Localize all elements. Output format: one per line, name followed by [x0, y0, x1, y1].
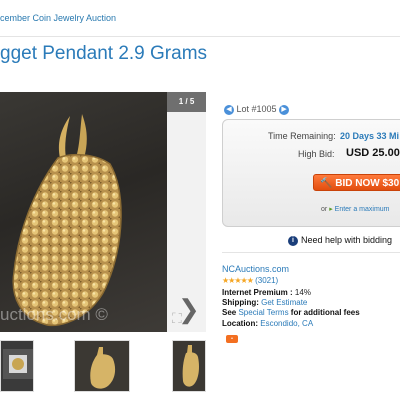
photo-watermark: uctions.com © [0, 305, 108, 324]
premium-value: 14% [294, 288, 311, 297]
max-bid-arrow-icon: ▸ [329, 206, 333, 213]
bidding-help-text: Need help with bidding [301, 235, 393, 245]
shipping-row: Shipping: Get Estimate [222, 298, 307, 307]
high-bid-value: USD 25.00 [346, 147, 400, 159]
pendant-image [12, 114, 122, 326]
expand-icon[interactable]: ⛶ [172, 310, 188, 326]
location-label: Location: [222, 319, 258, 328]
special-terms-link[interactable]: Special Terms [238, 308, 288, 317]
premium-label: Internet Premium : [222, 288, 293, 297]
max-bid-prefix: or [321, 206, 328, 213]
page-title: gget Pendant 2.9 Grams [0, 43, 208, 64]
image-gallery: uctions.com © 1 / 5 ❯ [0, 92, 206, 332]
enter-maximum-link[interactable]: Enter a maximum [335, 206, 390, 213]
location-row: Location: Escondido, CA [222, 319, 313, 328]
internet-premium-row: Internet Premium : 14% [222, 288, 311, 297]
seller-rating: ★★★★★ (3021) [222, 276, 278, 285]
header-divider [0, 36, 400, 37]
shipping-label: Shipping: [222, 298, 259, 307]
bid-now-label: BID NOW $30 [335, 178, 400, 189]
bidding-help-link[interactable]: i Need help with bidding [288, 235, 392, 246]
section-divider [222, 252, 400, 253]
breadcrumb[interactable]: cember Coin Jewelry Auction [0, 13, 116, 23]
location-value[interactable]: Escondido, CA [260, 319, 313, 328]
thumbnail-2[interactable] [74, 340, 130, 392]
high-bid-label: High Bid: [298, 149, 335, 159]
seller-badge-icon: • [226, 335, 238, 343]
terms-prefix: See [222, 308, 237, 317]
seller-name-link[interactable]: NCAuctions.com [222, 264, 289, 274]
info-icon: i [288, 235, 298, 246]
coin-thumb-image [3, 349, 33, 379]
time-remaining-label: Time Remaining: [268, 131, 336, 141]
gavel-icon: 🔨 [320, 178, 333, 189]
pendant-thumb-image [90, 347, 116, 389]
lot-navigation: ◀ Lot #1005 ▶ [224, 104, 290, 115]
terms-row: See Special Terms for additional fees [222, 308, 360, 317]
thumbnail-1[interactable] [0, 340, 34, 392]
pendant-thumb-image [182, 345, 199, 387]
get-estimate-link[interactable]: Get Estimate [261, 298, 307, 307]
max-bid-row: or ▸ Enter a maximum [321, 205, 390, 213]
thumbnail-3[interactable] [172, 340, 206, 392]
main-photo[interactable] [0, 92, 167, 332]
star-rating-icon: ★★★★★ [222, 276, 254, 285]
terms-suffix: for additional fees [290, 308, 360, 317]
bid-now-button[interactable]: 🔨 BID NOW $30 [313, 174, 400, 191]
previous-lot-icon[interactable]: ◀ [224, 104, 234, 115]
image-counter: 1 / 5 [167, 92, 206, 112]
next-lot-icon[interactable]: ▶ [279, 104, 290, 115]
lot-number: Lot #1005 [236, 104, 277, 114]
time-remaining-value: 20 Days 33 Mi [340, 131, 400, 141]
rating-count-link[interactable]: (3021) [255, 276, 278, 285]
